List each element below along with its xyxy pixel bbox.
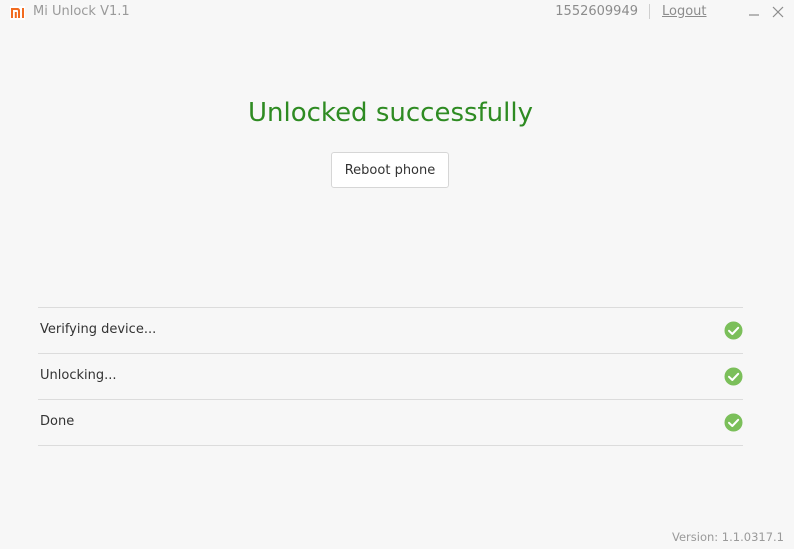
close-button[interactable]: [769, 3, 787, 21]
step-label: Done: [40, 414, 75, 429]
check-icon: [724, 367, 743, 386]
status-title: Unlocked successfully: [248, 98, 533, 128]
app-title: Mi Unlock V1.1: [33, 4, 130, 19]
reboot-phone-button[interactable]: Reboot phone: [331, 152, 449, 188]
step-row: Verifying device...: [38, 308, 743, 354]
mi-unlock-window: Mi Unlock V1.1 1552609949 Logout Unlocke…: [0, 0, 794, 549]
progress-steps: Verifying device... Unlocking... Done: [38, 307, 743, 446]
check-icon: [724, 321, 743, 340]
version-label: Version: 1.1.0317.1: [671, 530, 784, 544]
mi-logo-icon: [10, 6, 25, 20]
title-divider: [649, 4, 650, 19]
step-label: Verifying device...: [40, 322, 157, 337]
check-icon: [724, 413, 743, 432]
minimize-button[interactable]: [745, 3, 763, 21]
step-row: Unlocking...: [38, 354, 743, 400]
step-label: Unlocking...: [40, 368, 117, 383]
account-id: 1552609949: [555, 4, 638, 19]
step-row: Done: [38, 400, 743, 446]
logout-link[interactable]: Logout: [662, 4, 707, 20]
